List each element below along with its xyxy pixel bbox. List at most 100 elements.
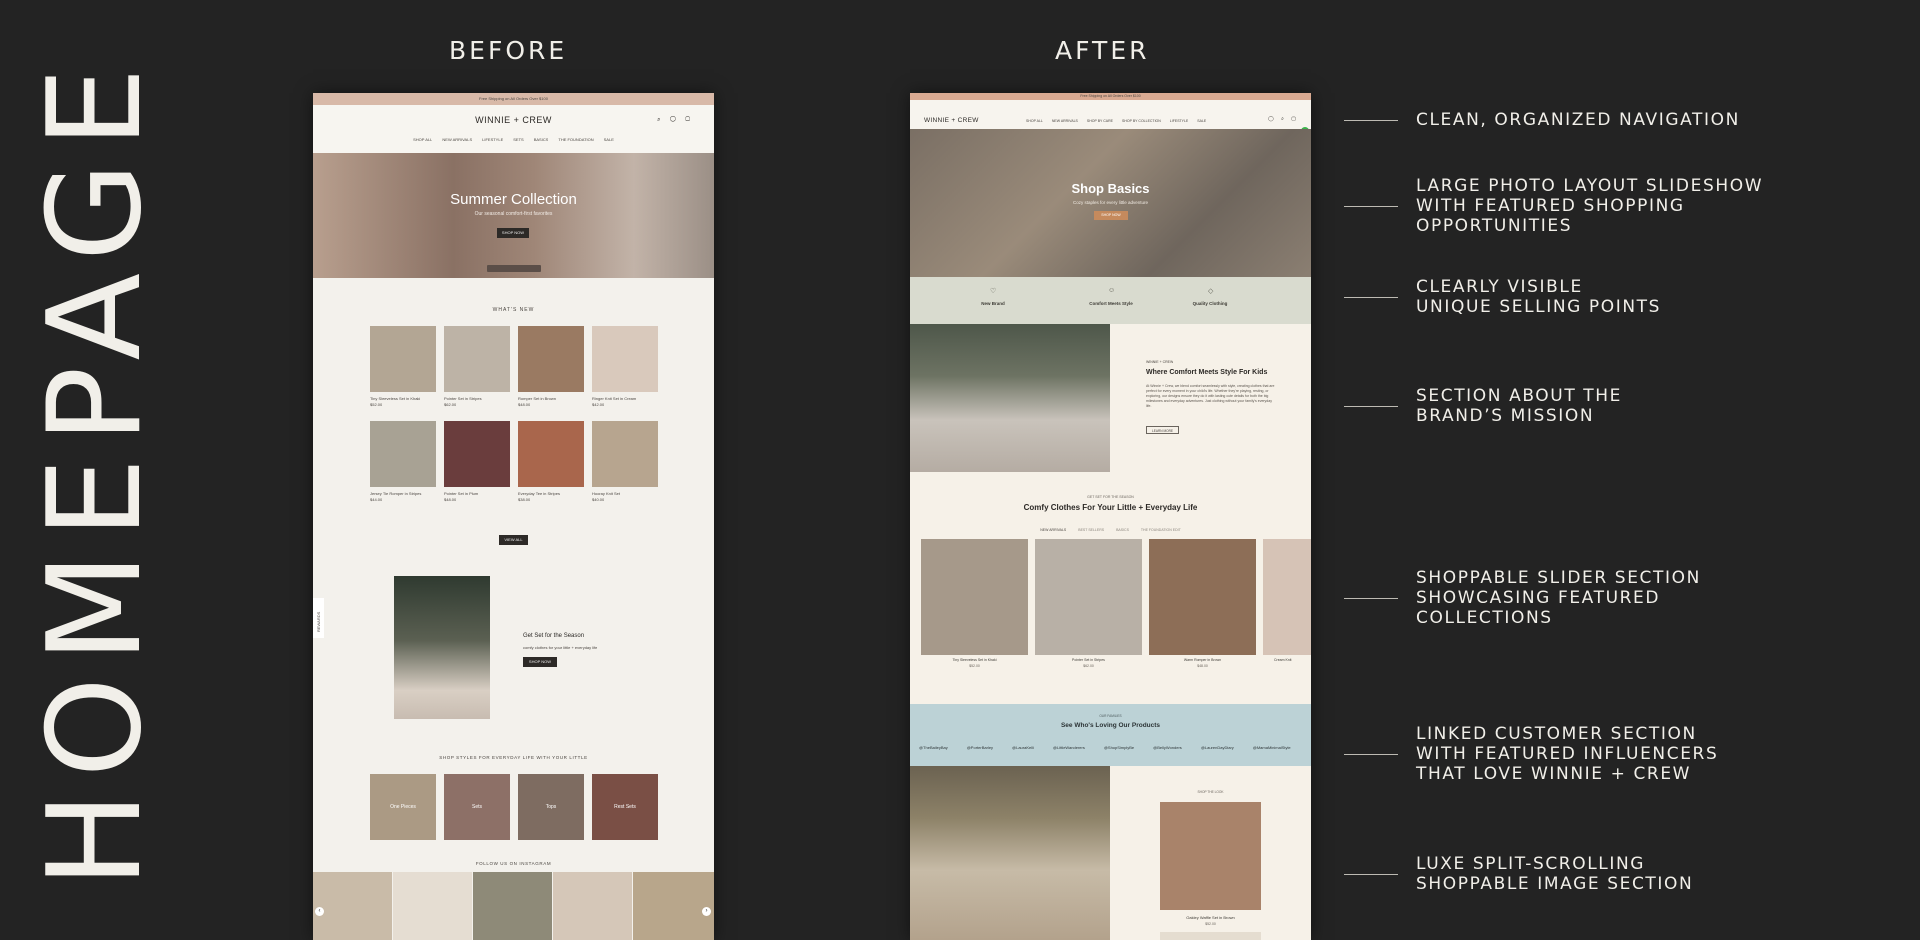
product-price: $44.00 [370,497,383,502]
mission-eyebrow: WINNIE + CREW [1146,360,1174,364]
product-name[interactable]: Cream Knit [1274,658,1311,662]
nav-item[interactable]: SHOP ALL [413,137,432,142]
learn-more-button[interactable]: LEARN MORE [1146,426,1179,434]
product-image[interactable] [592,326,658,392]
product-image[interactable] [518,326,584,392]
feature-shop-button[interactable]: SHOP NOW [523,657,557,667]
split-product-image[interactable] [1160,802,1261,910]
product-name[interactable]: Ringer Knit Set in Cream [592,396,658,401]
header-icons[interactable]: ◯ ⌕ ▢ [1268,116,1299,122]
product-image[interactable] [370,421,436,487]
product-name[interactable]: Romper Set in Brown [518,396,584,401]
carousel-next-icon[interactable]: › [702,907,711,916]
instagram-post[interactable] [313,872,392,940]
nav-item[interactable]: LIFESTYLE [1170,119,1188,123]
product-image[interactable] [1035,539,1142,655]
product-price: $62.00 [1083,664,1094,668]
split-scroll-image[interactable] [910,766,1110,940]
nav-item[interactable]: SALE [604,137,614,142]
product-name[interactable]: Hooray Knit Set [592,491,658,496]
mission-section: WINNIE + CREW Where Comfort Meets Style … [1110,324,1311,472]
view-all-button[interactable]: VIEW ALL [499,535,528,545]
product-image[interactable] [921,539,1028,655]
nav-item[interactable]: LIFESTYLE [482,137,503,142]
influencer-handles: @TheBaileyBay @PorterBarley @LauraKelli … [919,745,1311,750]
product-image[interactable] [370,326,436,392]
product-name[interactable]: Everyday Tee in Stripes [518,491,584,496]
diamond-icon: ◇ [1208,288,1214,295]
hero-shop-button[interactable]: SHOP NOW [497,228,529,238]
influencer-link[interactable]: @PorterBarley [967,745,993,750]
product-name[interactable]: Pointer Set in Stripes [444,396,510,401]
nav-item[interactable]: NEW ARRIVALS [442,137,472,142]
product-image[interactable] [518,421,584,487]
product-image[interactable] [1263,539,1311,655]
product-name[interactable]: Tiny Sleeveless Set in Khaki [921,658,1028,662]
influencer-section: OUR FAMILIES See Who's Loving Our Produc… [910,704,1311,766]
annotation-influencers: LINKED CUSTOMER SECTION WITH FEATURED IN… [1344,724,1718,784]
influencer-link[interactable]: @MamaMinimalStyle [1253,745,1291,750]
nav-item[interactable]: SALE [1197,119,1206,123]
product-name[interactable]: Tiny Sleeveless Set in Khaki [370,396,436,401]
product-name[interactable]: Jersey Tie Romper in Stripes [370,491,436,496]
collection-tile[interactable]: Tops [518,774,584,840]
slideshow-dots[interactable] [1107,269,1116,282]
product-image[interactable] [444,326,510,392]
rewards-tab[interactable]: REWARDS [313,598,324,638]
tab-best-sellers[interactable]: BEST SELLERS [1078,528,1104,532]
nav-item[interactable]: SHOP BY CARE [1087,119,1113,123]
product-image[interactable] [444,421,510,487]
hero-shop-button[interactable]: SHOP NOW [1094,211,1128,220]
nav-item[interactable]: THE FOUNDATION [558,137,593,142]
annotation-text: LUXE SPLIT-SCROLLING SHOPPABLE IMAGE SEC… [1416,854,1694,894]
instagram-post[interactable] [473,872,552,940]
annotation-navigation: CLEAN, ORGANIZED NAVIGATION [1344,110,1740,130]
collection-tile[interactable]: One Pieces [370,774,436,840]
product-name[interactable]: Warm Romper in Brown [1149,658,1256,662]
annotation-line [1344,753,1398,755]
hero-slideshow[interactable]: Summer Collection Our seasonal comfort-f… [313,153,714,278]
section-heading: FOLLOW US ON INSTAGRAM [475,861,552,866]
product-image[interactable] [592,421,658,487]
product-name[interactable]: Pointer Set in Stripes [1035,658,1142,662]
influencer-link[interactable]: @LaurenDayDiary [1201,745,1234,750]
heart-icon: ♡ [990,288,997,295]
influencer-link[interactable]: @BellyWonders [1153,745,1182,750]
instagram-post[interactable] [553,872,632,940]
product-image[interactable] [1149,539,1256,655]
tab-foundation[interactable]: THE FOUNDATION EDIT [1141,528,1181,532]
before-screenshot: Free Shipping on All Orders Over $100 WI… [313,93,714,940]
nav-item[interactable]: NEW ARRIVALS [1052,119,1078,123]
annotation-line [1344,205,1398,207]
collection-tile[interactable]: Rest Sets [592,774,658,840]
annotation-line [1344,873,1398,875]
hero-slideshow[interactable]: Shop Basics Cozy staples for every littl… [910,129,1311,282]
influencer-link[interactable]: @ShopSimplyBe [1104,745,1134,750]
tab-basics[interactable]: BASICS [1116,528,1129,532]
section-heading: SHOP STYLES FOR EVERYDAY LIFE WITH YOUR … [439,755,588,760]
slideshow-controls[interactable] [487,265,541,272]
carousel-prev-icon[interactable]: ‹ [315,907,324,916]
influencer-link[interactable]: @TheBaileyBay [919,745,948,750]
nav-item[interactable]: SETS [513,137,523,142]
usp-label: Comfort Meets Style [1089,301,1133,306]
brand-logo[interactable]: WINNIE + CREW [313,115,714,125]
nav-item[interactable]: SHOP ALL [1026,119,1043,123]
collection-tile[interactable]: Sets [444,774,510,840]
header-icons[interactable]: ⌕ ◯ ▢ [657,117,694,124]
split-product-name[interactable]: Oakley Waffle Set in Brown [1110,915,1311,920]
product-name[interactable]: Pointer Set in Plum [444,491,510,496]
influencer-link[interactable]: @LauraKelli [1012,745,1034,750]
annotation-text: CLEAN, ORGANIZED NAVIGATION [1416,110,1740,130]
split-next-item[interactable] [1160,932,1261,940]
influencer-link[interactable]: @LittleWanderers [1053,745,1085,750]
nav-item[interactable]: BASICS [534,137,549,142]
annotation-text: SECTION ABOUT THE BRAND’S MISSION [1416,386,1623,426]
header: WINNIE + CREW ⌕ ◯ ▢ SHOP ALL NEW ARRIVAL… [313,105,714,153]
instagram-post[interactable] [633,872,714,940]
instagram-post[interactable] [393,872,472,940]
nav-item[interactable]: SHOP BY COLLECTION [1122,119,1161,123]
brand-logo[interactable]: WINNIE + CREW [924,117,979,124]
announcement-bar: Free Shipping on All Orders Over $100 [313,93,714,105]
tab-new-arrivals[interactable]: NEW ARRIVALS [1040,528,1066,532]
